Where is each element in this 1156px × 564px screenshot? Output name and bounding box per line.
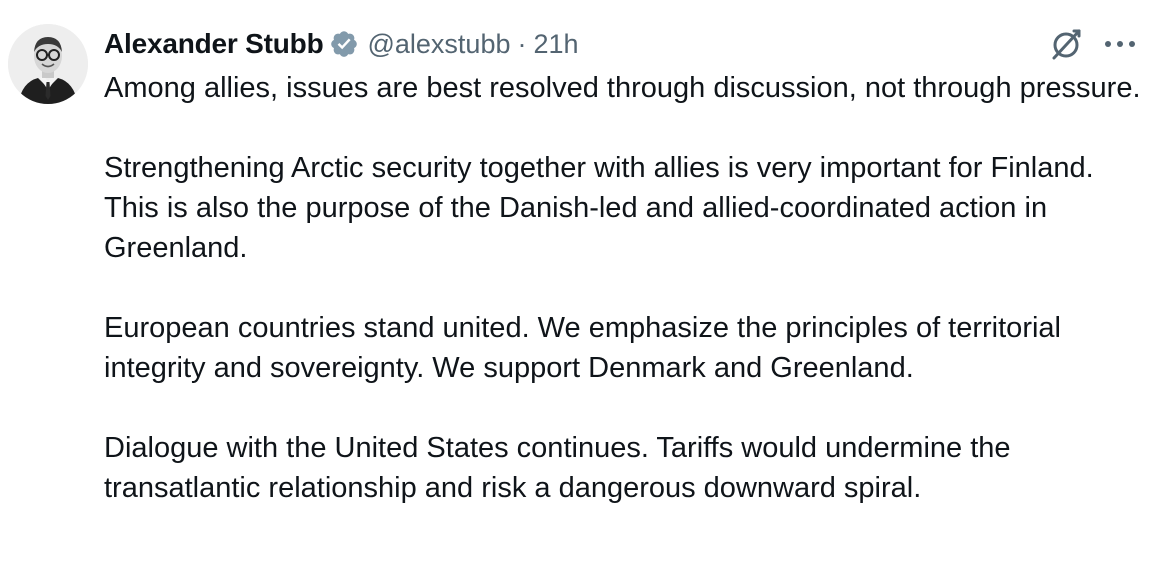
grok-icon[interactable]	[1048, 26, 1084, 62]
tweet-paragraph: Dialogue with the United States continue…	[104, 432, 1011, 504]
tweet-paragraph: Strengthening Arctic security together w…	[104, 152, 1094, 264]
tweet-text: Among allies, issues are best resolved t…	[104, 68, 1144, 508]
verified-badge-icon[interactable]	[329, 29, 359, 59]
display-name[interactable]: Alexander Stubb	[104, 28, 324, 60]
tweet-paragraph: Among allies, issues are best resolved t…	[104, 72, 1141, 104]
tweet-timestamp[interactable]: 21h	[533, 29, 578, 60]
tweet-paragraph: European countries stand united. We emph…	[104, 312, 1061, 384]
more-horizontal-icon[interactable]	[1100, 30, 1140, 58]
avatar[interactable]	[8, 24, 88, 104]
header-separator: ·	[517, 28, 527, 59]
tweet-card: Alexander Stubb @alexstubb · 21h Among a…	[0, 0, 1156, 564]
tweet-header: Alexander Stubb @alexstubb · 21h	[104, 22, 579, 66]
profile-photo-icon	[8, 24, 88, 104]
author-handle[interactable]: @alexstubb	[367, 29, 510, 60]
